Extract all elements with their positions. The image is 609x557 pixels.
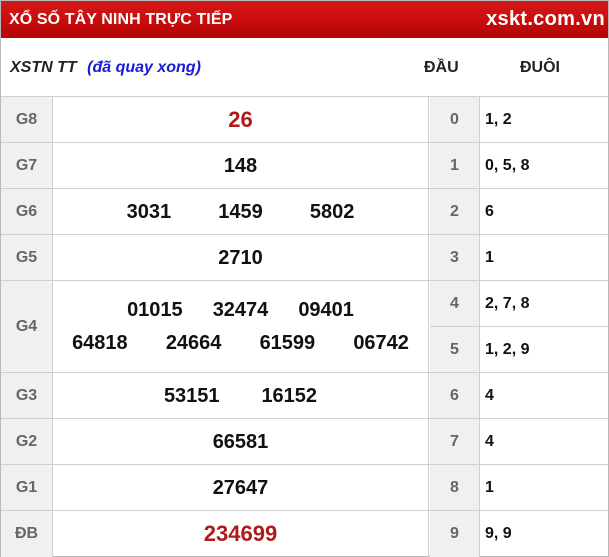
prize-label: G8 <box>1 97 53 143</box>
column-header-duoi: ĐUÔI <box>520 59 560 76</box>
loto-dau: 6 <box>430 373 480 419</box>
prize-number: 1459 <box>218 200 263 223</box>
prize-number: 01015 <box>127 299 183 321</box>
prize-number: 32474 <box>212 299 269 321</box>
prize-number: 06742 <box>353 332 409 354</box>
prize-label: G6 <box>1 189 53 235</box>
prize-numbers: 26 <box>53 97 429 143</box>
prize-label: ĐB <box>1 511 53 557</box>
prize-number: 61599 <box>259 332 316 354</box>
loto-duoi: 4 <box>485 433 494 450</box>
prize-numbers: 234699 <box>53 511 429 557</box>
loto-row: 0 1, 2 <box>430 96 608 143</box>
results-panel: XỔ SỐ TÂY NINH TRỰC TIẾP xskt.com.vn XST… <box>0 0 609 557</box>
loto-row: 2 6 <box>430 188 608 235</box>
loto-row: 4 2, 7, 8 <box>430 280 608 327</box>
loto-row: 6 4 <box>430 372 608 419</box>
prize-number: 5802 <box>309 200 355 223</box>
prize-number-special: 234699 <box>203 521 278 546</box>
prize-label: G1 <box>1 465 53 511</box>
loto-duoi: 6 <box>485 203 494 220</box>
loto-row: 3 1 <box>430 234 608 281</box>
prize-number: 27647 <box>212 476 269 499</box>
loto-duoi: 9, 9 <box>485 525 512 542</box>
prize-number: 24664 <box>165 332 222 354</box>
loto-dau: 2 <box>430 189 480 235</box>
prize-label: G5 <box>1 235 53 281</box>
prize-numbers: 27647 <box>53 465 429 511</box>
loto-row: 7 4 <box>430 418 608 465</box>
loto-duoi: 2, 7, 8 <box>485 295 530 312</box>
loto-duoi: 1 <box>485 479 494 496</box>
prize-number: 66581 <box>212 430 269 453</box>
loto-row: 8 1 <box>430 464 608 511</box>
loto-dau: 4 <box>430 281 480 327</box>
loto-duoi: 1, 2, 9 <box>485 341 530 358</box>
lottery-code: XSTN TT (đã quay xong) <box>10 59 201 77</box>
loto-duoi: 1, 2 <box>485 111 512 128</box>
prize-numbers: 2710 <box>53 235 429 281</box>
site-logo[interactable]: xskt.com.vn <box>486 8 608 31</box>
loto-row: 9 9, 9 <box>430 510 608 557</box>
draw-status: (đã quay xong) <box>87 59 201 76</box>
prize-numbers: 3031 1459 5802 <box>53 189 429 235</box>
loto-dau: 1 <box>430 143 480 189</box>
prize-label: G4 <box>1 281 53 373</box>
prize-number: 64818 <box>72 332 128 354</box>
prize-numbers: 53151 16152 <box>53 373 429 419</box>
loto-dau: 7 <box>430 419 480 465</box>
loto-duoi: 4 <box>485 387 494 404</box>
loto-row: 1 0, 5, 8 <box>430 142 608 189</box>
loto-row: 5 1, 2, 9 <box>430 326 608 373</box>
page-title: XỔ SỐ TÂY NINH TRỰC TIẾP <box>9 10 233 28</box>
loto-duoi: 1 <box>485 249 494 266</box>
lottery-code-label: XSTN TT <box>10 59 77 76</box>
loto-dau: 3 <box>430 235 480 281</box>
loto-dau: 8 <box>430 465 480 511</box>
prize-numbers: 01015 32474 09401 64818 24664 61599 0674… <box>53 281 429 373</box>
prize-number: 2710 <box>218 246 263 269</box>
loto-duoi: 0, 5, 8 <box>485 157 530 174</box>
loto-dau: 9 <box>430 511 480 557</box>
prize-number: 26 <box>228 107 253 132</box>
column-header-dau: ĐẦU <box>424 59 459 76</box>
prize-label: G7 <box>1 143 53 189</box>
prize-numbers: 148 <box>53 143 429 189</box>
loto-dau: 0 <box>430 97 480 143</box>
prize-number: 16152 <box>261 384 318 407</box>
loto-dau: 5 <box>430 327 480 373</box>
prize-number: 148 <box>223 154 258 177</box>
prize-number: 53151 <box>163 384 220 407</box>
prize-number: 3031 <box>126 200 172 223</box>
prize-numbers: 66581 <box>53 419 429 465</box>
results-subheader: XSTN TT (đã quay xong) ĐẦU ĐUÔI <box>1 38 608 96</box>
header-bar: XỔ SỐ TÂY NINH TRỰC TIẾP xskt.com.vn <box>1 1 608 38</box>
prize-label: G2 <box>1 419 53 465</box>
prize-number: 09401 <box>298 299 354 321</box>
prize-label: G3 <box>1 373 53 419</box>
